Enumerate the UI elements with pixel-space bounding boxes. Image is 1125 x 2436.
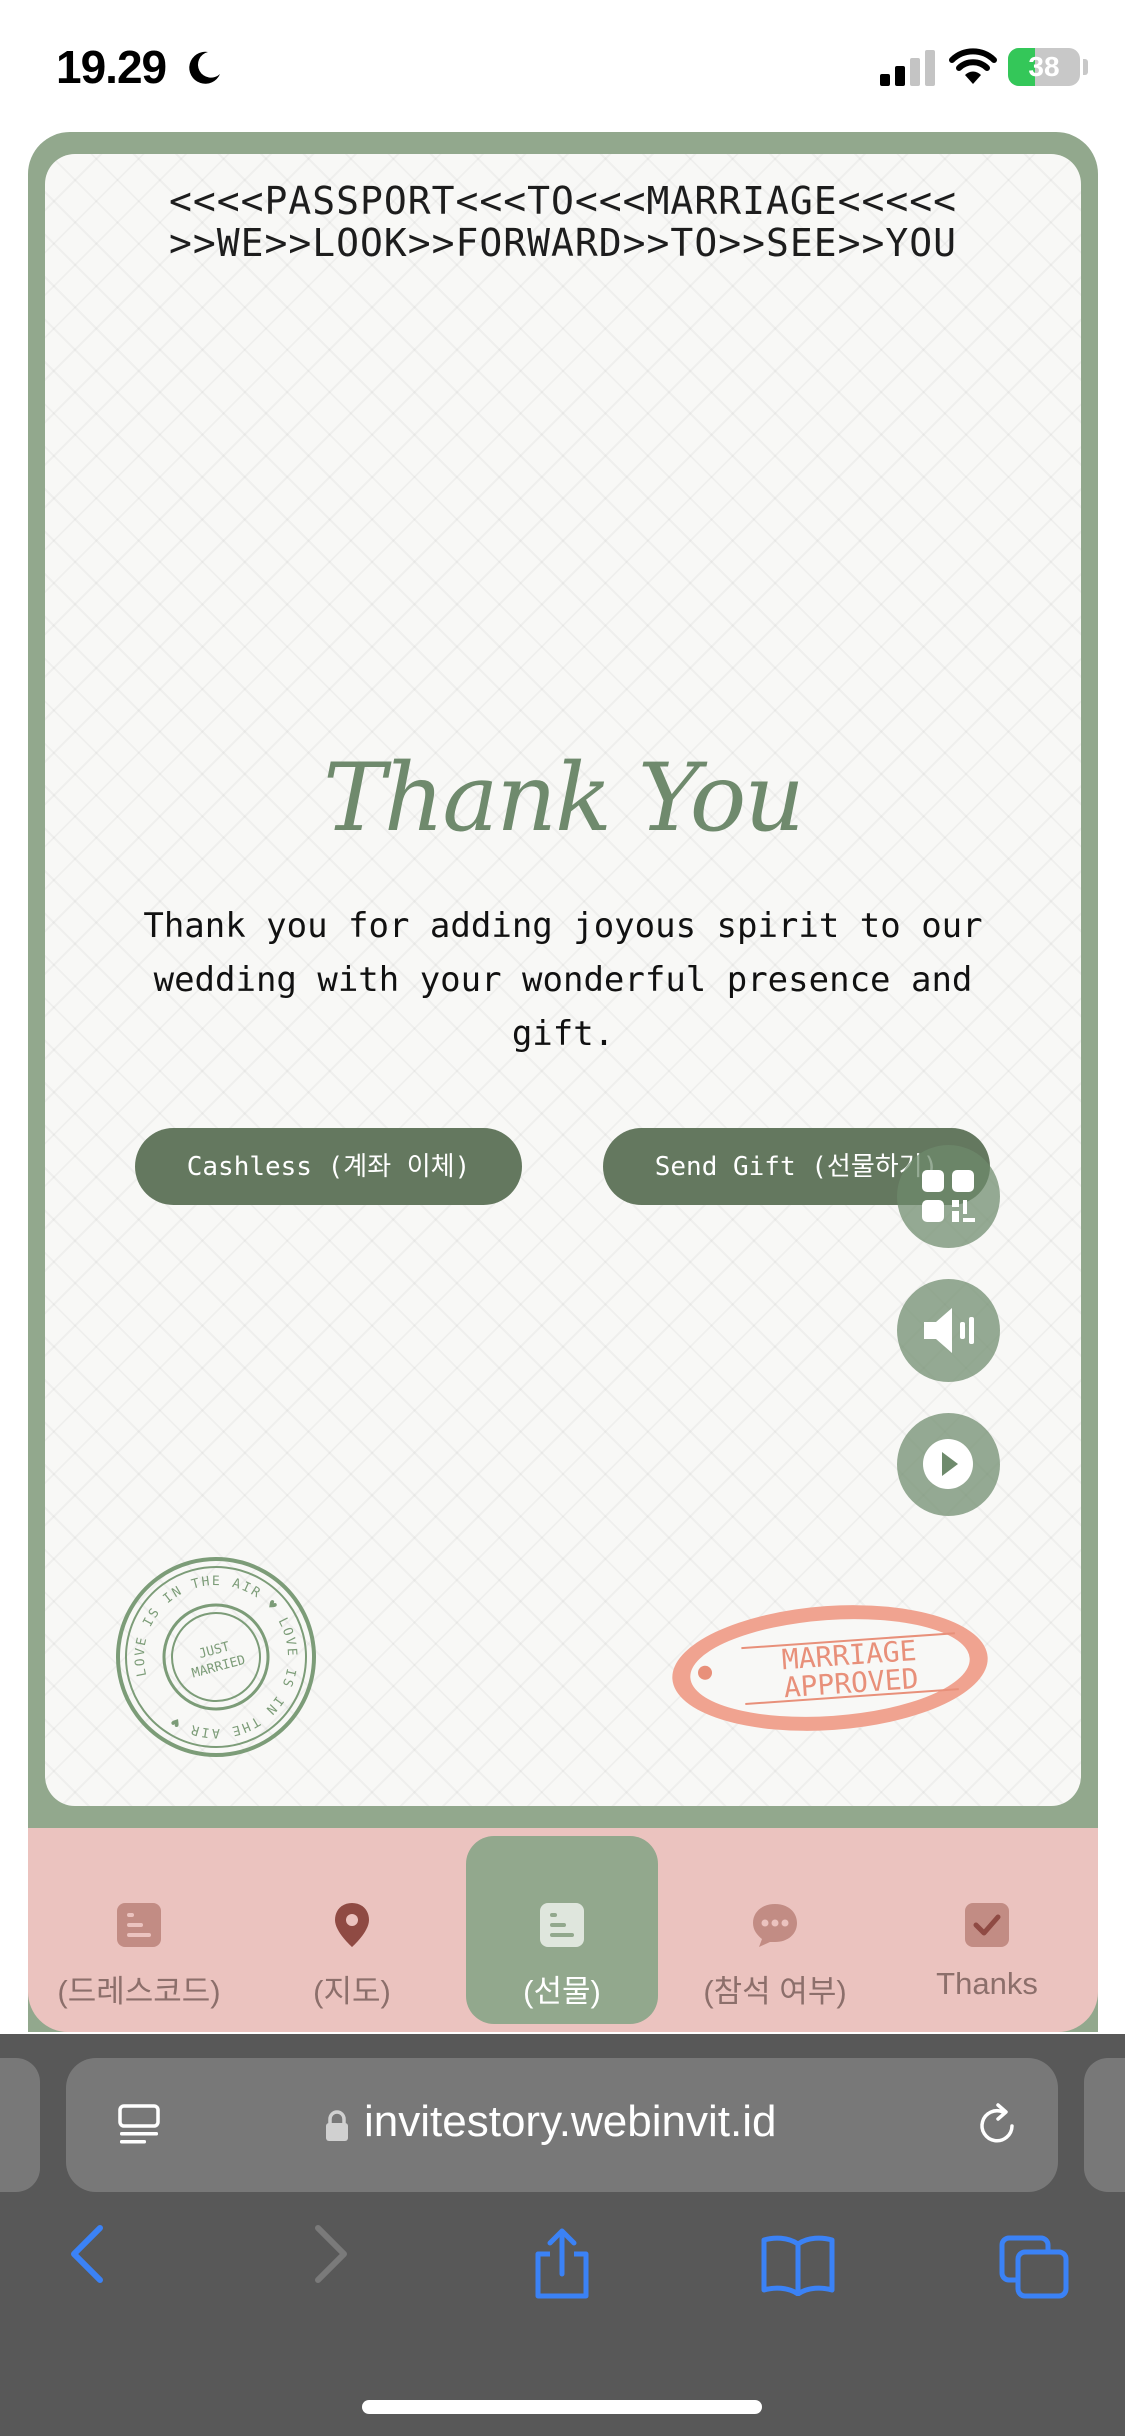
nav-item-rsvp[interactable]: (참석 여부) [679,1836,871,2024]
forward-icon[interactable] [308,2222,352,2286]
cellular-signal-icon [880,50,935,86]
share-icon[interactable] [530,2228,594,2300]
battery-indicator: 38 [1008,48,1080,86]
thank-you-message: Thank you for adding joyous spirit to ou… [143,906,983,1054]
url-text[interactable]: invitestory.webinvit.id [364,2097,776,2147]
nav-item-gift[interactable]: (선물) [466,1836,658,2024]
cashless-button[interactable]: Cashless (계좌 이체) [135,1128,522,1205]
home-indicator [362,2400,762,2414]
next-tab-peek[interactable] [1084,2058,1125,2192]
reload-icon[interactable] [972,2100,1022,2150]
passport-mrz-text: <<<<PASSPORT<<<TO<<<MARRIAGE<<<<< >>WE>>… [45,180,1081,264]
play-button[interactable] [897,1413,1000,1516]
chat-bubble-icon [753,1904,797,1947]
sound-toggle-button[interactable] [897,1279,1000,1382]
bottom-navigation: (드레스코드) (지도) (선물) (참석 여부) Thanks [28,1828,1098,2032]
status-bar: 19.29 38 [0,0,1125,132]
status-time: 19.29 [56,41,167,93]
nav-label-map: (지도) [313,1974,391,2009]
mrz-line-2: >>WE>>LOOK>>FORWARD>>TO>>SEE>>YOU [169,221,957,265]
document-icon [117,1903,161,1947]
back-icon[interactable] [66,2222,110,2286]
nav-label-gift: (선물) [523,1974,601,2009]
page-menu-icon[interactable] [116,2102,164,2150]
nav-label-dress-code: (드레스코드) [57,1974,221,2009]
nav-label-thanks: Thanks [936,1966,1038,2001]
qr-code-button[interactable] [897,1145,1000,1248]
nav-item-dress-code[interactable]: (드레스코드) [43,1836,235,2024]
nav-label-rsvp: (참석 여부) [703,1974,847,2009]
marriage-approved-stamp: MARRIAGE APPROVED [672,1605,988,1731]
previous-tab-peek[interactable] [0,2058,40,2192]
speaker-icon [924,1308,974,1353]
battery-level: 38 [1028,51,1060,82]
lock-icon [326,2110,348,2141]
check-square-icon [965,1903,1009,1947]
wifi-icon [949,48,997,84]
tabs-icon[interactable] [998,2234,1070,2300]
bookmarks-icon[interactable] [760,2234,836,2296]
moon-icon [189,51,220,84]
gift-document-icon [540,1903,584,1947]
qr-code-icon [922,1170,975,1222]
thank-you-card: <<<<PASSPORT<<<TO<<<MARRIAGE<<<<< >>WE>>… [45,154,1081,1806]
mrz-line-1: <<<<PASSPORT<<<TO<<<MARRIAGE<<<<< [169,179,957,223]
nav-item-map[interactable]: (지도) [256,1836,448,2024]
just-married-stamp: LOVE IS IN THE AIR ♥ LOVE IS IN THE AIR … [114,1555,318,1758]
nav-item-thanks[interactable]: Thanks [891,1836,1083,2024]
map-pin-icon [335,1903,369,1947]
browser-chrome: invitestory.webinvit.id [0,2034,1125,2436]
address-bar[interactable]: invitestory.webinvit.id [66,2058,1058,2192]
thank-you-title: Thank You [323,744,805,853]
play-icon [923,1439,973,1489]
